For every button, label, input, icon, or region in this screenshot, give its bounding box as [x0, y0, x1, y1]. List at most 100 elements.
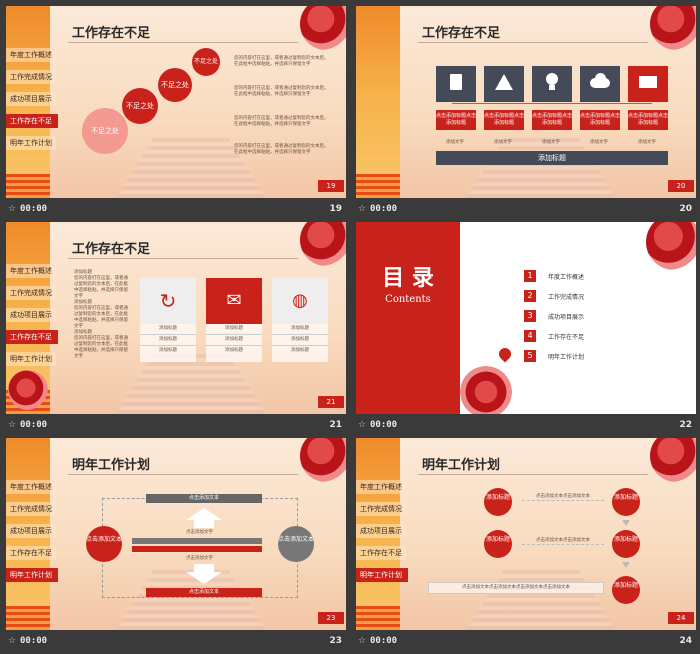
slide-thumb-19[interactable]: 年度工作概述 工作完成情况 成功项目展示 工作存在不足 明年工作计划 工作存在不…	[6, 6, 346, 222]
mid-bar-red	[132, 546, 262, 552]
top-label: 点击添加文字	[186, 530, 213, 535]
flow-node-2: 添加标题	[612, 488, 640, 516]
menu-item-5: 明年工作计划	[6, 136, 56, 150]
slide-thumb-23[interactable]: 年度工作概述 工作完成情况 成功项目展示 工作存在不足 明年工作计划 明年工作计…	[6, 438, 346, 654]
warning-icon	[495, 74, 513, 90]
toc-item-4[interactable]: 工作存在不足	[548, 332, 584, 341]
flow-text-2: 点击添加文本点击添加文本	[522, 538, 604, 545]
flow-text-3: 点击添加文本点击添加文本点击添加文本点击添加文本	[428, 582, 604, 594]
flower-icon	[646, 222, 696, 270]
mid-bar-gray	[132, 538, 262, 544]
toc-item-3[interactable]: 成功项目展示	[548, 312, 584, 321]
slide-thumb-21[interactable]: 年度工作概述 工作完成情况 成功项目展示 工作存在不足 明年工作计划 工作存在不…	[6, 222, 346, 438]
flower-icon	[8, 370, 48, 410]
timeline	[452, 103, 652, 104]
slide-thumb-20[interactable]: 工作存在不足 点击添加标题点击添加标题 点击添加标题点击添加标题 点击添加标题点…	[356, 6, 696, 222]
page-number: 24	[668, 612, 694, 624]
stairs-bg	[466, 138, 616, 198]
caption-5: 添加文字	[638, 140, 656, 145]
slide-21[interactable]: 年度工作概述 工作完成情况 成功项目展示 工作存在不足 明年工作计划 工作存在不…	[6, 222, 346, 414]
flower-icon	[300, 438, 346, 482]
star-icon: ☆	[358, 204, 367, 214]
page-number: 21	[318, 396, 344, 408]
slide-title: 工作存在不足	[422, 26, 501, 41]
bulb-icon	[546, 73, 558, 85]
thumb-footer: ☆ 00:00 21	[6, 416, 346, 436]
menu-item-5: 明年工作计划	[356, 568, 408, 582]
column-3: ◍ 添加标题 添加标题 添加标题	[272, 278, 328, 362]
slide-20[interactable]: 工作存在不足 点击添加标题点击添加标题 点击添加标题点击添加标题 点击添加标题点…	[356, 6, 696, 198]
bubble-3: 不足之处	[158, 68, 192, 102]
recycle-icon: ↻	[140, 278, 196, 324]
bottom-bar: 点击添加文本	[146, 588, 262, 597]
slide-title: 明年工作计划	[72, 458, 151, 473]
star-icon: ☆	[8, 420, 17, 430]
card-label-1: 点击添加标题点击添加标题	[436, 110, 476, 130]
arrow-down-icon	[622, 520, 630, 526]
toc-num-3: 3	[524, 310, 536, 322]
right-circle: 点击添加文本	[278, 526, 314, 562]
thumb-footer: ☆ 00:00 20	[356, 200, 696, 220]
bubble-1: 不足之处	[82, 108, 128, 154]
card-1	[436, 66, 476, 102]
stairs-bg	[466, 570, 616, 630]
flower-icon	[460, 366, 512, 414]
slide-number: 20	[679, 204, 692, 214]
slide-22[interactable]: 目 录 Contents 1 年度工作概述 2 工作完成情况 3 成功项目展示 …	[356, 222, 696, 414]
timing: 00:00	[370, 636, 398, 646]
menu-item-2: 工作完成情况	[6, 502, 56, 516]
slide-thumb-24[interactable]: 年度工作概述 工作完成情况 成功项目展示 工作存在不足 明年工作计划 明年工作计…	[356, 438, 696, 654]
top-bar: 点击添加文本	[146, 494, 262, 503]
mid-label: 点击添加文字	[186, 556, 213, 561]
bubble-2: 不足之处	[122, 88, 158, 124]
page-number: 20	[668, 180, 694, 192]
menu-item-2: 工作完成情况	[6, 286, 56, 300]
note-2: 您的内容打在这里，或者通过复制您的文本后，在此框中选择粘贴，并选择只保留文字	[234, 86, 329, 97]
timing: 00:00	[20, 204, 48, 214]
toc-num-4: 4	[524, 330, 536, 342]
slide-number: 24	[679, 636, 692, 646]
slide-thumb-22[interactable]: 目 录 Contents 1 年度工作概述 2 工作完成情况 3 成功项目展示 …	[356, 222, 696, 438]
menu-item-5: 明年工作计划	[6, 352, 56, 366]
toc-item-5[interactable]: 明年工作计划	[548, 352, 584, 361]
menu-item-1: 年度工作概述	[356, 480, 406, 494]
thumb-footer: ☆ 00:00 23	[6, 632, 346, 652]
menu-item-4: 工作存在不足	[6, 330, 58, 344]
toc-item-1[interactable]: 年度工作概述	[548, 272, 584, 281]
slide-number: 21	[329, 420, 342, 430]
slide-title: 工作存在不足	[72, 242, 151, 257]
caption-2: 添加文字	[494, 140, 512, 145]
menu-item-2: 工作完成情况	[6, 70, 56, 84]
menu-item-5: 明年工作计划	[6, 568, 58, 582]
slide-19[interactable]: 年度工作概述 工作完成情况 成功项目展示 工作存在不足 明年工作计划 工作存在不…	[6, 6, 346, 198]
slide-number: 23	[329, 636, 342, 646]
card-2	[484, 66, 524, 102]
bubble-4: 不足之处	[192, 48, 220, 76]
note-1: 您的内容打在这里，或者通过复制您的文本后，在此框中选择粘贴，并选择只保留文字	[234, 56, 329, 67]
mail-icon: ✉	[206, 278, 262, 324]
flower-icon	[650, 438, 696, 482]
star-icon: ☆	[8, 204, 17, 214]
globe-icon: ◍	[272, 278, 328, 324]
printer-icon	[639, 76, 657, 88]
toc-title: 目 录	[382, 266, 434, 291]
slide-number: 22	[679, 420, 692, 430]
caption-4: 添加文字	[590, 140, 608, 145]
location-pin-icon	[496, 345, 514, 363]
thumb-footer: ☆ 00:00 22	[356, 416, 696, 436]
toc-item-2[interactable]: 工作完成情况	[548, 292, 584, 301]
star-icon: ☆	[358, 636, 367, 646]
slide-23[interactable]: 年度工作概述 工作完成情况 成功项目展示 工作存在不足 明年工作计划 明年工作计…	[6, 438, 346, 630]
menu-item-3: 成功项目展示	[356, 524, 406, 538]
document-icon	[450, 74, 462, 90]
flower-icon	[650, 6, 696, 50]
page-number: 23	[318, 612, 344, 624]
add-title-bar: 添加标题	[436, 151, 668, 165]
arrow-down-icon	[622, 562, 630, 568]
column-1: ↻ 添加标题 添加标题 添加标题	[140, 278, 196, 362]
timing: 00:00	[20, 420, 48, 430]
star-icon: ☆	[8, 636, 17, 646]
flow-text-1: 点击添加文本点击添加文本	[522, 494, 604, 501]
slide-24[interactable]: 年度工作概述 工作完成情况 成功项目展示 工作存在不足 明年工作计划 明年工作计…	[356, 438, 696, 630]
menu-item-4: 工作存在不足	[6, 114, 58, 128]
